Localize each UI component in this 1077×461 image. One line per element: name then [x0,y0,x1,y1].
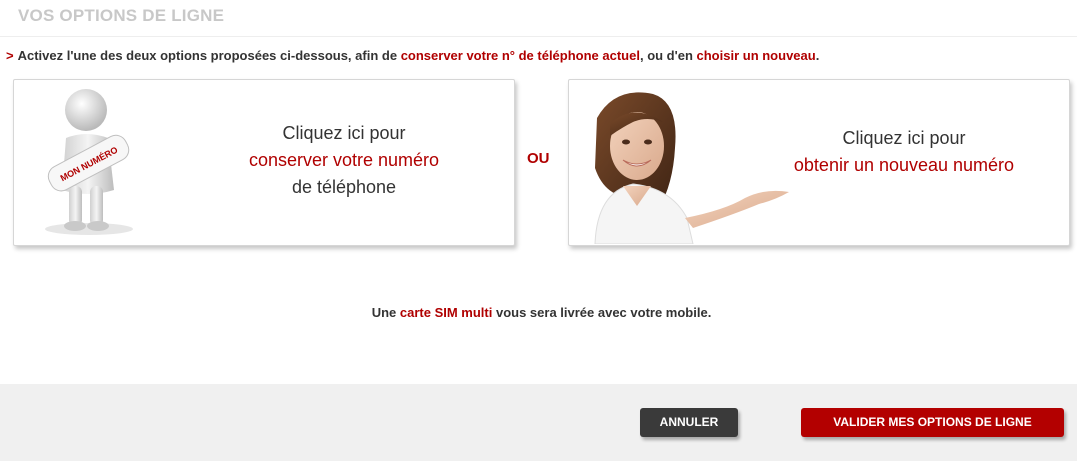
sim-note-part1: Une [371,305,397,320]
sim-note-highlight: carte SIM multi [399,305,493,320]
intro-new-number-link: choisir un nouveau [696,48,816,63]
keep-number-option-card[interactable]: MON NUMÉRO Cliquez ici pour conserver vo… [13,79,515,246]
new-number-text: Cliquez ici pour obtenir un nouveau numé… [754,125,1054,179]
page-title: VOS OPTIONS DE LIGNE [18,6,225,25]
cancel-button[interactable]: ANNULER [640,408,738,437]
new-line1: Cliquez ici pour [842,128,966,148]
keep-line2: conserver votre numéro [248,150,440,170]
figure-holding-sign-icon: MON NUMÉRO [45,89,133,235]
intro-part3: . [815,48,820,63]
intro-part1: Activez l'une des deux options proposées… [17,48,398,63]
intro-keep-number-link: conserver votre n° de téléphone actuel [400,48,640,63]
keep-number-text: Cliquez ici pour conserver votre numéro … [194,120,494,201]
intro-part2: , ou d'en [639,48,693,63]
sim-card-note: Une carte SIM multi vous sera livrée ave… [0,305,1077,320]
sim-note-part2: vous sera livrée avec votre mobile. [495,305,712,320]
keep-line3: de téléphone [291,177,397,197]
keep-line1: Cliquez ici pour [282,123,406,143]
title-divider [0,36,1077,37]
new-number-option-card[interactable]: Cliquez ici pour obtenir un nouveau numé… [568,79,1070,246]
arrow-bullet-icon: > [6,48,14,63]
new-line2: obtenir un nouveau numéro [793,155,1015,175]
validate-line-options-button[interactable]: VALIDER MES OPTIONS DE LIGNE [801,408,1064,437]
or-separator: OU [527,150,550,167]
intro-text: > Activez l'une des deux options proposée… [6,48,819,63]
